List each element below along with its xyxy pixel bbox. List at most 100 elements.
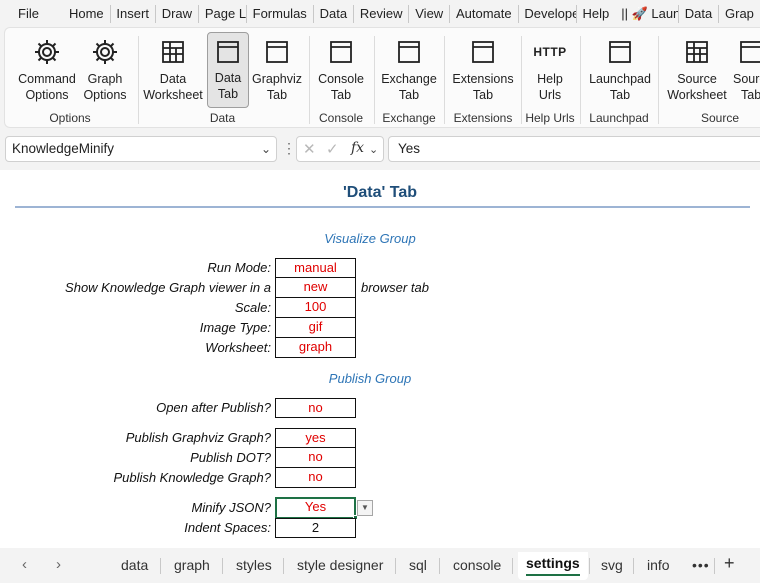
sheet-tab-styles[interactable]: styles <box>236 557 272 573</box>
help-urls-button[interactable]: HTTP Help Urls <box>525 33 575 107</box>
group-separator <box>658 36 659 124</box>
tab-separator <box>160 558 161 574</box>
extensions-tab-button[interactable]: Extensions Tab <box>449 33 517 107</box>
cell-dropdown-button[interactable]: ▼ <box>357 500 373 516</box>
menu-help[interactable]: Help <box>576 0 615 27</box>
menu-file[interactable]: File <box>0 0 45 27</box>
sheet-tab-svg[interactable]: svg <box>601 557 623 573</box>
publish-dot-cell[interactable]: no <box>275 448 356 468</box>
open-after-publish-cell[interactable]: no <box>275 398 356 418</box>
section-publish-group: Publish Group <box>328 371 412 386</box>
group-label: Data <box>209 111 236 125</box>
menu-formulas[interactable]: Formulas <box>247 0 313 27</box>
indent-spaces-cell[interactable]: 2 <box>275 518 356 538</box>
sheet-tab-info[interactable]: info <box>647 557 670 573</box>
cancel-icon[interactable]: ✕ <box>303 140 316 158</box>
name-box[interactable]: KnowledgeMinify ⌄ <box>5 136 277 162</box>
group-separator <box>374 36 375 124</box>
menu-insert[interactable]: Insert <box>110 0 155 27</box>
console-tab-button[interactable]: Console Tab <box>315 33 367 107</box>
minify-json-cell[interactable]: Yes <box>275 497 356 519</box>
run-mode-cell[interactable]: manual <box>275 258 356 278</box>
row-label: Indent Spaces: <box>184 520 271 535</box>
group-label: Launchpad <box>589 111 649 125</box>
button-label: Data <box>159 72 187 86</box>
tab-label: settings <box>526 555 580 571</box>
menu-bar: File Home Insert Draw Page Layo Formulas… <box>0 0 760 27</box>
sheet-tab-style-designer[interactable]: style designer <box>297 557 383 573</box>
publish-graphviz-cell[interactable]: yes <box>275 428 356 448</box>
row-label: Worksheet: <box>205 340 271 355</box>
window-icon <box>398 41 420 63</box>
source-worksheet-button[interactable]: Source Worksheet <box>665 33 729 107</box>
sheet-tab-settings[interactable]: settings <box>518 552 588 580</box>
menu-launchpad[interactable]: || 🚀 Laun <box>615 0 678 27</box>
button-label: Tab <box>217 87 239 101</box>
chevron-down-icon[interactable]: ⌄ <box>369 143 378 156</box>
button-label: Extensions <box>452 72 514 86</box>
button-label: Tab <box>330 88 352 102</box>
button-label: Tab <box>398 88 420 102</box>
image-type-cell[interactable]: gif <box>275 318 356 338</box>
group-separator <box>444 36 445 124</box>
sheet-tab-console[interactable]: console <box>453 557 501 573</box>
worksheet-cell[interactable]: graph <box>275 338 356 358</box>
publish-knowledge-graph-cell[interactable]: no <box>275 468 356 488</box>
tab-separator <box>512 558 513 574</box>
chevron-left-icon[interactable]: ‹ <box>22 556 27 573</box>
window-icon <box>740 41 760 63</box>
button-label: Graphviz <box>251 72 303 86</box>
menu-draw[interactable]: Draw <box>156 0 198 27</box>
more-options-icon[interactable]: ⋮ <box>282 138 296 160</box>
button-label: Graph <box>87 72 123 86</box>
menu-view[interactable]: View <box>409 0 449 27</box>
menu-automate[interactable]: Automate <box>450 0 518 27</box>
menu-data-addin[interactable]: Data <box>679 0 718 27</box>
section-visualize-group: Visualize Group <box>324 231 416 246</box>
sheet-tab-bar: ‹ › data graph styles style designer sql… <box>0 548 760 583</box>
row-suffix: browser tab <box>361 280 429 295</box>
tab-separator <box>395 558 396 574</box>
tab-separator <box>633 558 634 574</box>
button-label: Urls <box>538 88 562 102</box>
graph-options-button[interactable]: Graph Options <box>79 33 131 107</box>
viewer-tab-cell[interactable]: new <box>275 278 356 298</box>
menu-review[interactable]: Review <box>354 0 409 27</box>
formula-bar: KnowledgeMinify ⌄ ⋮ ✕ ✓ fx ⌄ Yes <box>0 133 760 165</box>
data-worksheet-button[interactable]: Data Worksheet <box>141 33 205 107</box>
insert-function-button[interactable]: fx <box>351 140 364 156</box>
menu-data[interactable]: Data <box>314 0 353 27</box>
menu-home[interactable]: Home <box>45 0 110 27</box>
data-tab-button[interactable]: Data Tab <box>207 32 249 108</box>
button-label: Worksheet <box>667 88 727 102</box>
chevron-right-icon[interactable]: › <box>56 556 61 573</box>
row-label: Publish Graphviz Graph? <box>125 430 271 445</box>
ribbon-group-exchange: Exchange Tab Exchange <box>377 28 441 127</box>
button-label: Options <box>83 88 127 102</box>
sheet-tab-sql[interactable]: sql <box>409 557 427 573</box>
menu-graph[interactable]: Grap <box>719 0 760 27</box>
chevron-down-icon[interactable]: ⌄ <box>261 137 271 161</box>
menu-page-layout[interactable]: Page Layo <box>199 0 246 27</box>
group-label: Help Urls <box>525 111 575 125</box>
launchpad-tab-button[interactable]: Launchpad Tab <box>585 33 655 107</box>
add-sheet-icon[interactable]: + <box>724 553 735 574</box>
window-icon <box>472 41 494 63</box>
ribbon-group-extensions: Extensions Tab Extensions <box>447 28 519 127</box>
ribbon-group-launchpad: Launchpad Tab Launchpad <box>583 28 655 127</box>
menu-developer[interactable]: Develope <box>518 0 575 27</box>
check-icon[interactable]: ✓ <box>326 140 339 158</box>
exchange-tab-button[interactable]: Exchange Tab <box>379 33 439 107</box>
scale-cell[interactable]: 100 <box>275 298 356 318</box>
button-label: Tab <box>266 88 288 102</box>
sheet-tab-graph[interactable]: graph <box>174 557 210 573</box>
sheet-tab-data[interactable]: data <box>121 557 148 573</box>
worksheet-area[interactable]: 'Data' Tab Visualize Group Run Mode: man… <box>0 170 760 548</box>
graphviz-tab-button[interactable]: Graphviz Tab <box>251 33 303 107</box>
more-tabs-icon[interactable]: ••• <box>692 557 710 573</box>
command-options-button[interactable]: Command Options <box>15 33 79 107</box>
formula-input[interactable]: Yes <box>388 136 760 162</box>
ribbon-group-data: Data Worksheet Data Tab Graphviz Tab Dat… <box>141 28 304 127</box>
gear-icon <box>93 40 117 64</box>
source-tab-button[interactable]: Sourc Tab <box>733 33 760 107</box>
